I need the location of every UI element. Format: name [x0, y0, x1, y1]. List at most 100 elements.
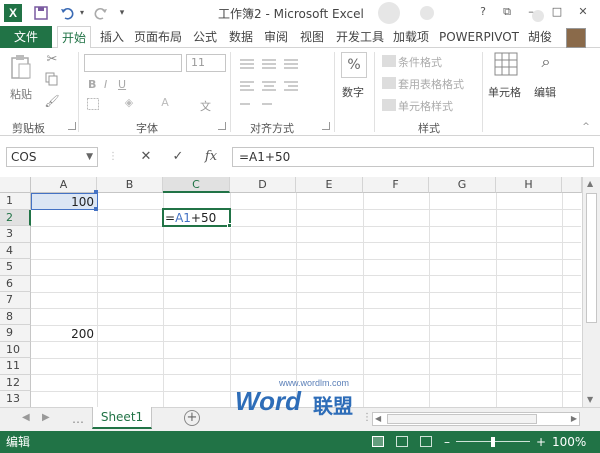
column-header-c[interactable]: C	[163, 177, 230, 193]
tab-home[interactable]: 开始	[57, 26, 92, 49]
cancel-icon[interactable]: ✕	[136, 147, 156, 167]
conditional-format-button[interactable]: 条件格式	[398, 54, 442, 70]
tab-addins[interactable]: 加载项	[393, 26, 429, 48]
reference-handle[interactable]	[94, 207, 98, 211]
underline-button[interactable]: U	[118, 78, 126, 91]
paste-button[interactable]: 粘贴	[10, 86, 32, 102]
worksheet-grid[interactable]: A B C D E F G H 1 2 3 4 5 6 7 8 9 10 11 …	[0, 177, 600, 407]
redo-icon[interactable]	[92, 4, 110, 22]
percent-icon[interactable]: %	[341, 52, 367, 78]
font-name-combo[interactable]	[84, 54, 182, 72]
copy-icon[interactable]	[44, 72, 60, 88]
tab-formulas[interactable]: 公式	[193, 26, 217, 48]
row-header-13[interactable]: 13	[0, 391, 31, 407]
tab-insert[interactable]: 插入	[100, 26, 124, 48]
page-layout-view-icon[interactable]	[396, 436, 408, 447]
horizontal-scrollbar[interactable]: ◀ ▶	[372, 412, 580, 426]
fill-handle[interactable]	[227, 223, 232, 228]
cells-button[interactable]: 单元格	[488, 84, 521, 100]
vertical-scrollbar[interactable]: ▲ ▼	[582, 177, 600, 407]
binoculars-icon[interactable]: ⌕	[534, 52, 558, 78]
number-format-button[interactable]: 数字	[342, 84, 364, 100]
row-header-2[interactable]: 2	[0, 209, 31, 226]
row-header-11[interactable]: 11	[0, 358, 31, 375]
alignment-icons[interactable]	[236, 54, 326, 114]
column-header-h[interactable]: H	[496, 177, 562, 193]
column-header-f[interactable]: F	[363, 177, 429, 193]
column-header-d[interactable]: D	[230, 177, 296, 193]
row-header-10[interactable]: 10	[0, 341, 31, 358]
undo-icon[interactable]	[58, 4, 76, 22]
column-header-a[interactable]: A	[31, 177, 97, 193]
normal-view-icon[interactable]	[372, 436, 384, 447]
minimize-icon[interactable]: –	[522, 4, 540, 20]
customize-qat-icon[interactable]: ▾	[116, 4, 128, 22]
font-size-combo[interactable]: 11	[186, 54, 226, 72]
cells-icon[interactable]	[494, 52, 518, 78]
formula-input[interactable]: =A1+50	[232, 147, 594, 167]
conditional-format-icon[interactable]	[382, 55, 396, 67]
row-header-1[interactable]: 1	[0, 193, 31, 210]
format-painter-icon[interactable]: 🖌	[44, 94, 60, 110]
editing-button[interactable]: 编辑	[534, 84, 556, 100]
vertical-scroll-thumb[interactable]	[586, 193, 597, 323]
row-header-7[interactable]: 7	[0, 292, 31, 309]
cell-styles-button[interactable]: 单元格样式	[398, 98, 453, 114]
insert-function-icon[interactable]: fx	[200, 147, 222, 167]
next-sheet-icon[interactable]: ▶	[42, 412, 50, 423]
format-as-table-icon[interactable]	[382, 77, 396, 89]
name-box[interactable]: COS ▼	[6, 147, 98, 167]
prev-sheet-icon[interactable]: ◀	[22, 412, 30, 423]
cell-c2-formula[interactable]: =A1+50	[165, 210, 216, 226]
fill-color-icon[interactable]: ◈	[122, 96, 136, 110]
help-icon[interactable]: ?	[474, 4, 492, 20]
cell-styles-icon[interactable]	[382, 99, 396, 111]
enter-icon[interactable]: ✓	[168, 147, 188, 167]
row-header-9[interactable]: 9	[0, 325, 31, 342]
save-icon[interactable]	[32, 4, 50, 22]
chevron-down-icon[interactable]: ▼	[86, 148, 93, 166]
tab-developer[interactable]: 开发工具	[336, 26, 384, 48]
page-break-view-icon[interactable]	[420, 436, 432, 447]
horizontal-scroll-thumb[interactable]	[387, 414, 537, 424]
zoom-level[interactable]: 100%	[552, 431, 586, 453]
user-name[interactable]: 胡俊	[528, 26, 552, 48]
italic-button[interactable]: I	[104, 78, 107, 91]
column-header-e[interactable]: E	[296, 177, 363, 193]
tab-view[interactable]: 视图	[300, 26, 324, 48]
font-color-icon[interactable]: A	[158, 96, 172, 110]
select-all-corner[interactable]	[0, 177, 31, 193]
sheet-tab-sheet1[interactable]: Sheet1	[92, 407, 152, 429]
undo-dropdown-icon[interactable]: ▾	[78, 4, 86, 22]
bold-button[interactable]: B	[88, 78, 96, 91]
tab-page-layout[interactable]: 页面布局	[134, 26, 182, 48]
avatar[interactable]	[566, 28, 586, 48]
collapse-ribbon-icon[interactable]: ^	[580, 122, 592, 132]
scroll-up-icon[interactable]: ▲	[587, 179, 593, 188]
split-handle-icon[interactable]: ⋮	[362, 412, 372, 423]
scroll-down-icon[interactable]: ▼	[587, 395, 593, 404]
font-launcher-icon[interactable]	[218, 122, 226, 130]
phonetic-button[interactable]: 文	[200, 98, 211, 114]
maximize-icon[interactable]: □	[548, 4, 566, 20]
scroll-left-icon[interactable]: ◀	[375, 413, 381, 425]
column-header-b[interactable]: B	[97, 177, 163, 193]
border-icon[interactable]	[86, 98, 100, 112]
column-header-g[interactable]: G	[429, 177, 496, 193]
cut-icon[interactable]: ✂	[44, 52, 60, 68]
tab-file[interactable]: 文件	[0, 26, 52, 48]
zoom-slider-thumb[interactable]	[491, 437, 495, 447]
row-header-6[interactable]: 6	[0, 275, 31, 292]
more-sheets-icon[interactable]: …	[72, 412, 84, 426]
cell-a1[interactable]: 100	[31, 194, 94, 210]
tab-powerpivot[interactable]: POWERPIVOT	[439, 26, 519, 48]
paste-icon[interactable]	[10, 54, 32, 80]
scroll-right-icon[interactable]: ▶	[571, 413, 577, 425]
clipboard-launcher-icon[interactable]	[68, 122, 76, 130]
row-header-12[interactable]: 12	[0, 374, 31, 391]
close-icon[interactable]: ✕	[574, 4, 592, 20]
add-sheet-icon[interactable]: +	[184, 410, 200, 426]
alignment-launcher-icon[interactable]	[322, 122, 330, 130]
column-header-partial[interactable]	[562, 177, 582, 193]
format-as-table-button[interactable]: 套用表格格式	[398, 76, 464, 92]
